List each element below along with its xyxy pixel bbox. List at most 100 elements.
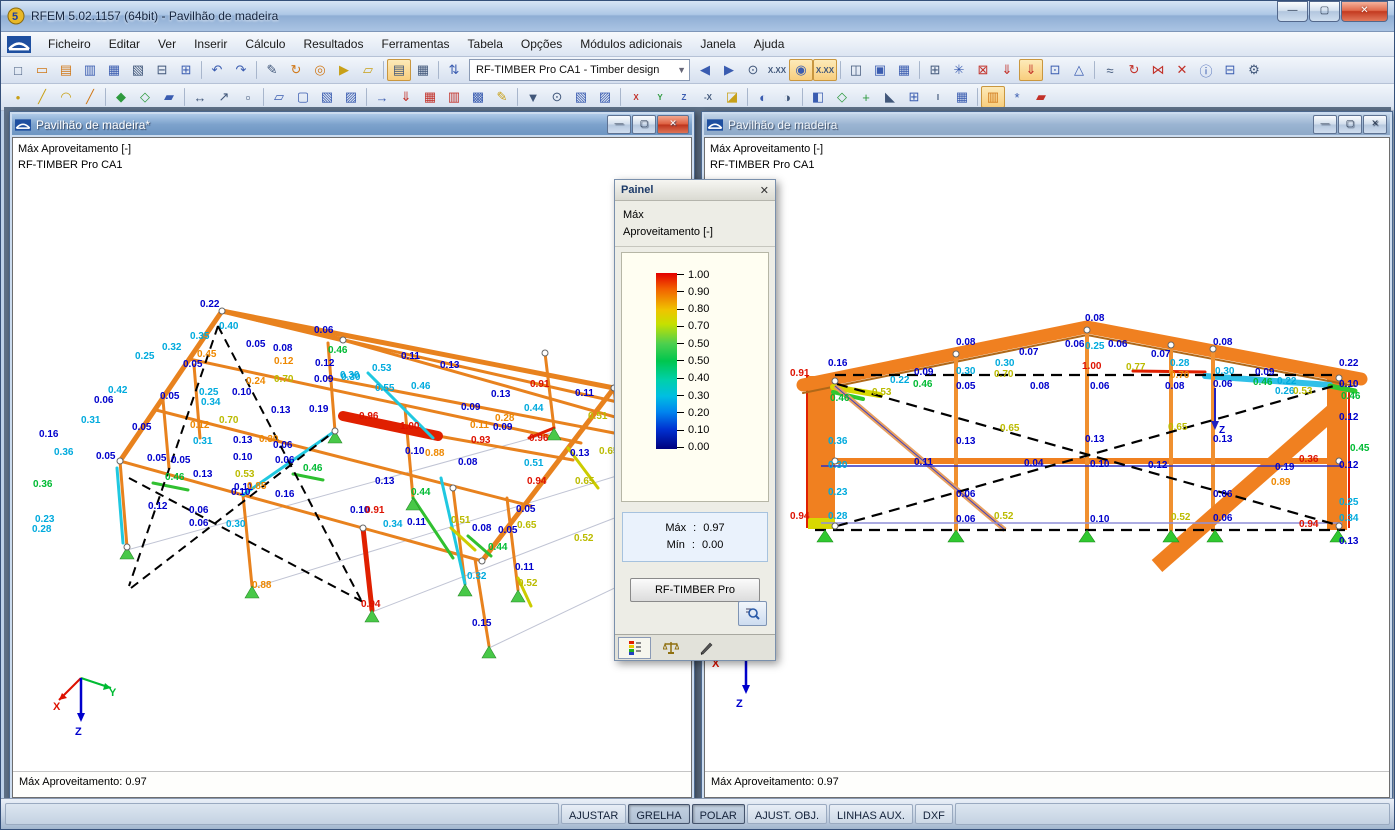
member-icon[interactable]: ╱	[78, 86, 102, 108]
dimension-icon[interactable]: ↔	[188, 86, 212, 108]
show-results-icon[interactable]: ◉	[789, 59, 813, 81]
clip-icon[interactable]: ◑	[775, 86, 799, 108]
arc-icon[interactable]: ◠	[54, 86, 78, 108]
maximize-button[interactable]: ▢	[1309, 1, 1340, 22]
loadcase-icon[interactable]: ⊙	[741, 59, 765, 81]
snap-toggle-button[interactable]: LINHAS AUX.	[829, 804, 913, 824]
tab-color-scale[interactable]	[618, 637, 651, 659]
color-scale-box[interactable]: 1.00 0.90 0.80 0.70 0.50	[621, 252, 769, 502]
member-results-icon[interactable]: ◫	[844, 59, 868, 81]
child-close-button[interactable]: ✕	[1363, 115, 1387, 134]
move-icon[interactable]: →	[370, 86, 394, 108]
zoom-icon[interactable]: ⊙	[545, 86, 569, 108]
menu-item[interactable]: Tabela	[459, 33, 512, 55]
menu-item[interactable]: Resultados	[294, 33, 372, 55]
child-restore-button[interactable]: ▢	[632, 115, 656, 134]
solid2-icon[interactable]: ▨	[339, 86, 363, 108]
panel-titlebar[interactable]: Painel ✕	[615, 180, 775, 201]
menu-item[interactable]: Janela	[691, 33, 744, 55]
load2-icon[interactable]: ⇓	[1019, 59, 1043, 81]
block-icon[interactable]: ▢	[291, 86, 315, 108]
rotate-view-icon[interactable]: ↻	[284, 59, 308, 81]
guide-line-icon[interactable]: ≈	[1098, 59, 1122, 81]
colors-icon[interactable]: ▰	[1029, 86, 1053, 108]
view-x-icon[interactable]: X	[624, 86, 648, 108]
redo-icon[interactable]: ↷	[229, 59, 253, 81]
snap-toggle-button[interactable]: DXF	[915, 804, 953, 824]
solid-icon[interactable]: ▧	[315, 86, 339, 108]
menu-item[interactable]: Editar	[100, 33, 149, 55]
menu-item[interactable]: Ver	[149, 33, 185, 55]
child-left-titlebar[interactable]: Pavilhão de madeira* — ▢ ✕	[12, 114, 692, 135]
section-icon[interactable]: I	[926, 86, 950, 108]
menu-item[interactable]: Ficheiro	[39, 33, 100, 55]
print-preview-icon[interactable]: ⊞	[174, 59, 198, 81]
child-minimize-button[interactable]: —	[607, 115, 631, 134]
frame1-icon[interactable]: ▦	[418, 86, 442, 108]
load-node-icon[interactable]: ⇓	[394, 86, 418, 108]
info-icon[interactable]: ⓘ	[1194, 59, 1218, 81]
menu-item[interactable]: Ferramentas	[372, 33, 458, 55]
mesh-icon[interactable]: ⊞	[923, 59, 947, 81]
snap-toggle-button[interactable]: AJUSTAR	[561, 804, 626, 824]
display-options-icon[interactable]: *	[1005, 86, 1029, 108]
nav-back-icon[interactable]: ◀	[693, 59, 717, 81]
render-icon[interactable]: ◧	[806, 86, 830, 108]
model-2d-view[interactable]: 0.080.160.070.910.300.090.300.700.220.46…	[705, 138, 1385, 770]
node-icon[interactable]: •	[6, 86, 30, 108]
snap-toggle-button[interactable]: GRELHA	[628, 804, 689, 824]
child-close-button[interactable]: ✕	[657, 115, 689, 134]
case-copy-icon[interactable]: ▣	[868, 59, 892, 81]
brush-icon[interactable]: ✎	[490, 86, 514, 108]
pointer-icon[interactable]: ▶	[332, 59, 356, 81]
close-button[interactable]: ✕	[1341, 1, 1388, 22]
clipboard-icon[interactable]: ▧	[126, 59, 150, 81]
minimize-button[interactable]: —	[1277, 1, 1308, 22]
open-icon[interactable]: ▭	[30, 59, 54, 81]
close-icon[interactable]: ✕	[760, 184, 769, 197]
isometry-icon[interactable]: ◇	[830, 86, 854, 108]
chevron-down-icon[interactable]: ▼	[677, 65, 686, 75]
load1-icon[interactable]: ⇓	[995, 59, 1019, 81]
gen-node-icon[interactable]: ◆	[109, 86, 133, 108]
mirror2-icon[interactable]: ◣	[878, 86, 902, 108]
move-free-icon[interactable]: +	[854, 86, 878, 108]
cube2-icon[interactable]: ▨	[593, 86, 617, 108]
panel-toggle-icon[interactable]: ▥	[981, 86, 1005, 108]
mesh-refine-icon[interactable]: ⊠	[971, 59, 995, 81]
selection-icon[interactable]: △	[1067, 59, 1091, 81]
menu-item[interactable]: Ajuda	[745, 33, 794, 55]
tab-filter[interactable]	[690, 637, 723, 659]
xxx-labels-icon[interactable]: X.XX	[765, 59, 789, 81]
tables-icon[interactable]: ▦	[950, 86, 974, 108]
visibility-icon[interactable]: ◐	[751, 86, 775, 108]
snap-toggle-button[interactable]: AJUST. OBJ.	[747, 804, 827, 824]
zoom-region-icon[interactable]: ◎	[308, 59, 332, 81]
mirror-icon[interactable]: ⋈	[1146, 59, 1170, 81]
tab-factors[interactable]	[654, 637, 687, 659]
dim-slope-icon[interactable]: ↗	[212, 86, 236, 108]
menu-item[interactable]: Módulos adicionais	[571, 33, 691, 55]
menu-item[interactable]: Inserir	[185, 33, 236, 55]
nav-forward-icon[interactable]: ▶	[717, 59, 741, 81]
print-icon[interactable]: ⊟	[150, 59, 174, 81]
select-window-icon[interactable]: ▫	[236, 86, 260, 108]
view-minus-x-icon[interactable]: -X	[696, 86, 720, 108]
workplane-icon[interactable]: ◪	[720, 86, 744, 108]
menu-item[interactable]: Opções	[512, 33, 571, 55]
view-z-icon[interactable]: Z	[672, 86, 696, 108]
snap-toggle-button[interactable]: POLAR	[692, 804, 745, 824]
rotate-copy-icon[interactable]: ↻	[1122, 59, 1146, 81]
line-icon[interactable]: ╱	[30, 86, 54, 108]
open-model-icon[interactable]: ▤	[54, 59, 78, 81]
view-y-icon[interactable]: Y	[648, 86, 672, 108]
gen-member-icon[interactable]: ◇	[133, 86, 157, 108]
surface-icon[interactable]: ▰	[157, 86, 181, 108]
delete-icon[interactable]: ✕	[1170, 59, 1194, 81]
module-dropdown[interactable]: RF-TIMBER Pro CA1 - Timber design ▼	[469, 59, 690, 81]
cube-icon[interactable]: ▧	[569, 86, 593, 108]
panel-search-button[interactable]	[738, 601, 767, 626]
frame3-icon[interactable]: ▩	[466, 86, 490, 108]
mesh-settings-icon[interactable]: ✳	[947, 59, 971, 81]
blocks-icon[interactable]: ⊞	[902, 86, 926, 108]
